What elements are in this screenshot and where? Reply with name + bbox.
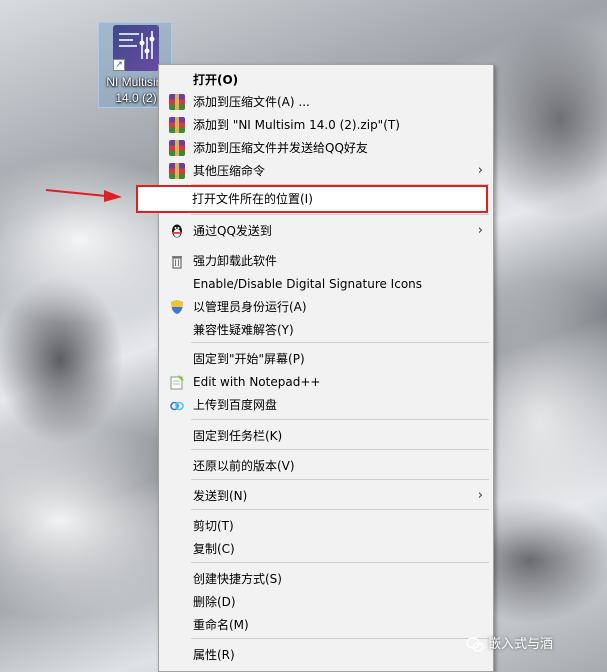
menu-item-label: 通过QQ发送到 <box>193 224 272 238</box>
menu-item-label: 打开(O) <box>193 73 239 87</box>
menu-item-label: 固定到任务栏(K) <box>193 429 283 443</box>
menu-item-4[interactable]: 其他压缩命令 › <box>161 160 491 182</box>
menu-item-label: 固定到"开始"屏幕(P) <box>193 352 305 366</box>
chevron-right-icon: › <box>477 223 483 238</box>
menu-item-0[interactable]: 打开(O) <box>161 69 491 91</box>
chevron-right-icon: › <box>477 163 483 178</box>
winrar-icon <box>169 140 185 156</box>
menu-separator <box>191 419 489 420</box>
menu-item-21[interactable]: 重命名(M) <box>161 614 491 636</box>
menu-separator <box>191 479 489 480</box>
trash-icon <box>169 253 185 269</box>
menu-item-17[interactable]: 剪切(T) <box>161 515 491 537</box>
menu-separator <box>191 214 489 215</box>
qq-penguin-icon <box>169 223 185 239</box>
menu-item-label: 上传到百度网盘 <box>193 398 278 412</box>
menu-item-label: 添加到 "NI Multisim 14.0 (2).zip"(T) <box>193 118 400 132</box>
menu-item-20[interactable]: 删除(D) <box>161 591 491 613</box>
menu-item-19[interactable]: 创建快捷方式(S) <box>161 568 491 590</box>
menu-item-label: 重命名(M) <box>193 618 249 632</box>
menu-item-11[interactable]: 固定到"开始"屏幕(P) <box>161 348 491 370</box>
watermark: 嵌入式与酒 <box>466 634 554 656</box>
menu-separator <box>191 342 489 343</box>
menu-item-10[interactable]: 兼容性疑难解答(Y) <box>161 319 491 341</box>
menu-item-7[interactable]: 强力卸载此软件 <box>161 250 491 272</box>
menu-item-label: Enable/Disable Digital Signature Icons <box>193 277 423 291</box>
menu-item-label: 创建快捷方式(S) <box>193 572 282 586</box>
winrar-icon <box>169 94 185 110</box>
menu-separator <box>191 449 489 450</box>
menu-item-label: 删除(D) <box>193 595 236 609</box>
wechat-logo-icon <box>466 637 484 652</box>
annotation-arrow-icon <box>45 189 122 202</box>
highlight-open-file-location[interactable]: 打开文件所在的位置(I) <box>136 185 488 213</box>
menu-item-13[interactable]: 上传到百度网盘 <box>161 394 491 416</box>
menu-item-label: 剪切(T) <box>193 519 234 533</box>
menu-item-label: 以管理员身份运行(A) <box>193 300 307 314</box>
menu-separator <box>191 562 489 563</box>
menu-separator <box>191 638 489 639</box>
baidu-netdisk-icon <box>169 397 185 413</box>
menu-item-label: 发送到(N) <box>193 489 248 503</box>
menu-item-8[interactable]: Enable/Disable Digital Signature Icons <box>161 273 491 295</box>
context-menu: 打开(O) 添加到压缩文件(A) ... 添加到 "NI Multisim 14.0… <box>158 64 494 672</box>
menu-item-12[interactable]: Edit with Notepad++ <box>161 371 491 393</box>
menu-item-16[interactable]: 发送到(N) › <box>161 485 491 507</box>
menu-item-label: 复制(C) <box>193 542 235 556</box>
menu-item-label: 还原以前的版本(V) <box>193 459 295 473</box>
menu-item-2[interactable]: 添加到 "NI Multisim 14.0 (2).zip"(T) <box>161 114 491 136</box>
watermark-text: 嵌入式与酒 <box>488 637 554 652</box>
menu-item-14[interactable]: 固定到任务栏(K) <box>161 425 491 447</box>
winrar-icon <box>169 163 185 179</box>
highlighted-item-label: 打开文件所在的位置(I) <box>192 192 313 206</box>
menu-item-9[interactable]: 以管理员身份运行(A) <box>161 296 491 318</box>
menu-item-18[interactable]: 复制(C) <box>161 538 491 560</box>
menu-item-6[interactable]: 通过QQ发送到 › <box>161 220 491 242</box>
menu-item-label: 添加到压缩文件(A) ... <box>193 95 310 109</box>
winrar-icon <box>169 117 185 133</box>
menu-item-label: 兼容性疑难解答(Y) <box>193 323 294 337</box>
shortcut-arrow-icon: ↗ <box>113 59 125 71</box>
menu-item-1[interactable]: 添加到压缩文件(A) ... <box>161 91 491 113</box>
chevron-right-icon: › <box>477 488 483 503</box>
menu-item-label: 其他压缩命令 <box>193 164 266 178</box>
menu-item-15[interactable]: 还原以前的版本(V) <box>161 455 491 477</box>
menu-item-label: 强力卸载此软件 <box>193 254 278 268</box>
menu-item-22[interactable]: 属性(R) <box>161 644 491 666</box>
notepad-plus-plus-icon <box>169 374 185 390</box>
uac-shield-icon <box>169 299 185 315</box>
menu-item-label: 属性(R) <box>193 648 235 662</box>
menu-item-3[interactable]: 添加到压缩文件并发送给QQ好友 <box>161 137 491 159</box>
menu-separator <box>191 509 489 510</box>
menu-item-label: 添加到压缩文件并发送给QQ好友 <box>193 141 368 155</box>
menu-item-label: Edit with Notepad++ <box>193 375 321 389</box>
